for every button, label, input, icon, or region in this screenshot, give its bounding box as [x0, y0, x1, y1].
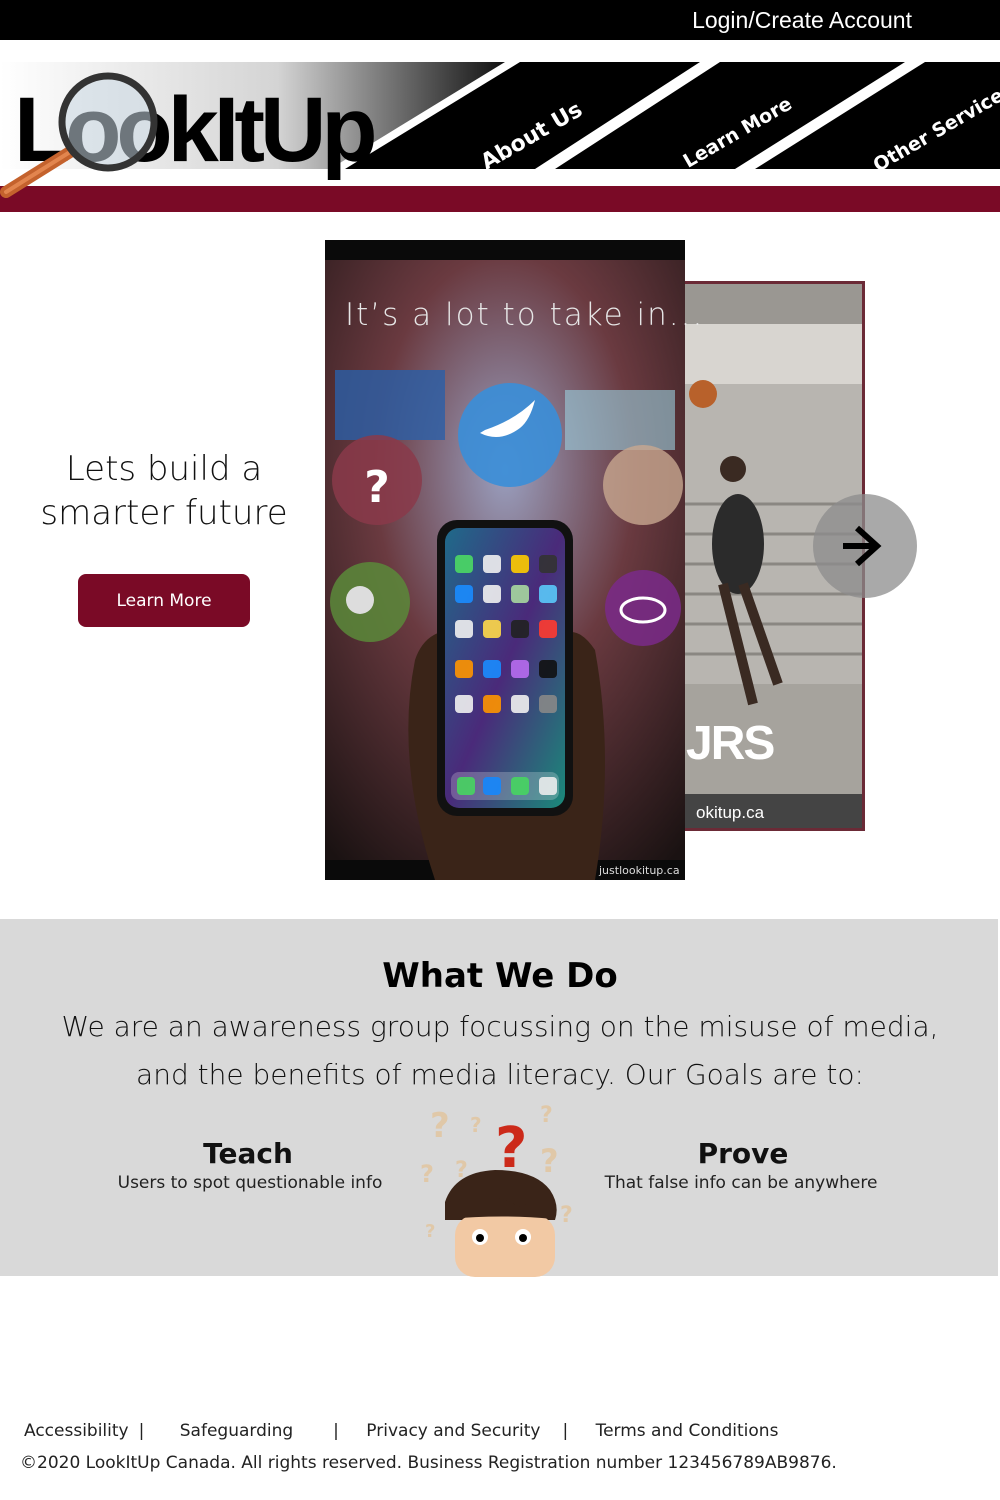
svg-text:?: ? [425, 1221, 435, 1242]
hero-headline: Lets build a smarter future [30, 447, 298, 535]
confused-person-icon: ? ? ? ? ? ? ? ? ? [420, 1103, 573, 1277]
learn-more-button[interactable]: Learn More [78, 574, 250, 627]
svg-text:?: ? [540, 1103, 553, 1128]
footer-link-safeguarding[interactable]: Safeguarding [180, 1421, 293, 1441]
slide-back-url: okitup.ca [696, 803, 765, 822]
footer-link-privacy-security[interactable]: Privacy and Security [366, 1421, 540, 1441]
footer-link-terms[interactable]: Terms and Conditions [596, 1421, 779, 1441]
copyright-text: ©2020 LookItUp Canada. All rights reserv… [20, 1453, 837, 1473]
top-bar: Login/Create Account [0, 0, 1000, 40]
social-media-collage: ? [325, 240, 685, 880]
goal-prove-desc: That false info can be anywhere [604, 1173, 878, 1193]
slide-caption: It’s a lot to take in... [345, 297, 705, 333]
goal-prove-title: Prove [697, 1137, 789, 1170]
what-we-do-title: What We Do [382, 956, 618, 996]
slide-watermark: justlookitup.ca [599, 864, 680, 877]
goal-teach-title: Teach [203, 1137, 293, 1170]
goal-teach-desc: Users to spot questionable info [117, 1173, 383, 1193]
svg-text:?: ? [540, 1142, 559, 1180]
carousel-slide-current: ? [325, 240, 685, 880]
svg-text:?: ? [470, 1113, 482, 1137]
arrow-right-icon [843, 525, 882, 567]
hero-headline-line1: Lets build a [65, 449, 263, 489]
svg-text:?: ? [420, 1160, 434, 1188]
svg-text:?: ? [364, 462, 390, 513]
magnifying-glass-icon [0, 72, 158, 198]
hero-headline-line2: smarter future [40, 493, 288, 533]
footer-links: Accessibility | Safeguarding | Privacy and… [24, 1421, 778, 1441]
svg-text:?: ? [430, 1106, 450, 1146]
header-banner: LookItUp About Us Learn More Other Servi… [0, 40, 1000, 212]
what-we-do-line1: We are an awareness group focussing on t… [61, 1010, 939, 1043]
what-we-do-section: What We Do We are an awareness group foc… [0, 919, 1000, 1277]
what-we-do-line2: and the benefits of media literacy. Our … [136, 1058, 864, 1091]
what-we-do-description: We are an awareness group focussing on t… [0, 1003, 1000, 1099]
carousel-next-button[interactable] [813, 494, 917, 598]
login-create-account-link[interactable]: Login/Create Account [692, 7, 912, 34]
svg-text:?: ? [560, 1203, 573, 1228]
slide-back-text: JRS [686, 717, 775, 770]
footer-separator: | [138, 1421, 145, 1441]
footer-link-accessibility[interactable]: Accessibility [24, 1421, 129, 1441]
footer-separator: | [562, 1421, 569, 1441]
footer-separator: | [333, 1421, 339, 1441]
